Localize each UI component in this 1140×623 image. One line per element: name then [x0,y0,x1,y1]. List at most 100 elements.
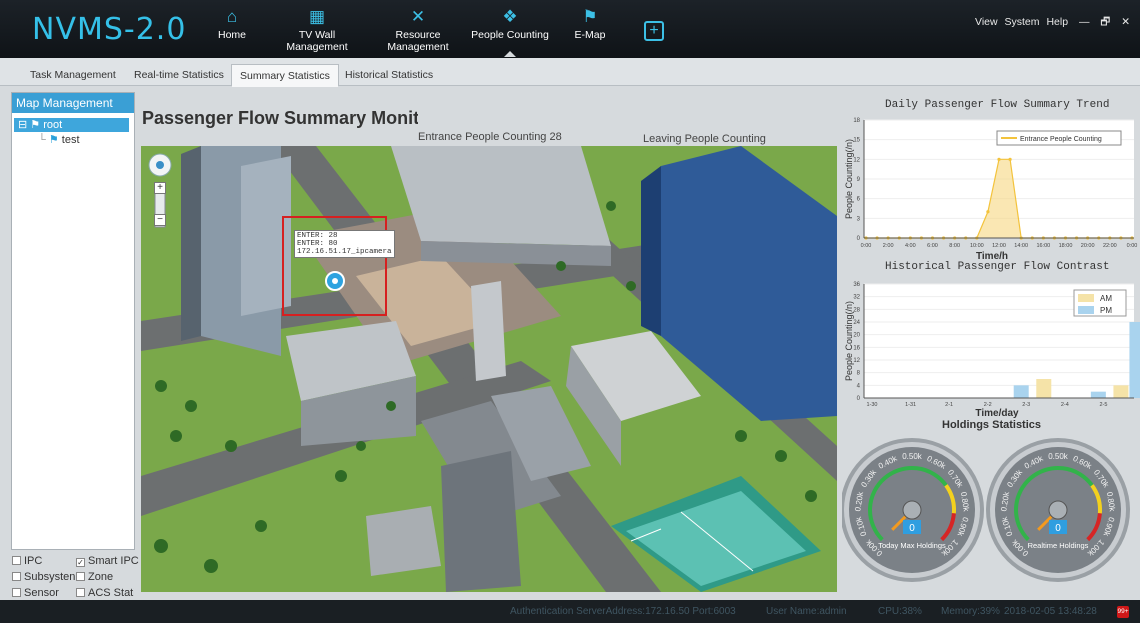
nav-tv-wall[interactable]: ▦ TV Wall Management [268,6,366,56]
y-tick-label: 12 [853,358,860,364]
zoom-in-button[interactable]: + [154,182,166,194]
filter-label: Smart IPC [88,555,139,567]
nav-tv-wall-label: TV Wall Management [286,29,348,53]
city-map[interactable]: + − ENTER: 28 ENTER: 80 172.16.51.17_ipc… [141,146,837,592]
y-tick-label: 8 [857,371,861,377]
tree-root-label: root [43,119,63,131]
tree-test-label: test [61,134,80,146]
add-module-icon[interactable]: + [644,21,664,41]
bar [1090,391,1106,398]
filter-label: IPC [24,555,43,567]
gauge-hub [902,500,922,520]
filter-subsystem[interactable]: Subsysten [12,571,75,583]
x-tick-label: 4:00 [905,243,916,249]
legend-swatch [1078,294,1094,302]
cpu-usage: CPU:38% [878,606,922,617]
gauge-scale-label: 0.50k [902,452,923,461]
leaving-count-label: Leaving People Counting [643,133,766,145]
tab-bar: Task Management Real-time Statistics Sum… [0,58,1140,87]
chart-title-historical: Historical Passenger Flow Contrast [885,261,1110,273]
close-icon[interactable]: ✕ [1121,16,1130,28]
tab-summary-statistics[interactable]: Summary Statistics [231,64,339,87]
tooltip-line: 172.16.51.17_ipcamera [297,248,392,256]
menu-view[interactable]: View [975,16,998,28]
entrance-count-label: Entrance People Counting 28 [418,131,562,143]
home-icon: ⌂ [226,7,238,26]
filter-acs[interactable]: ACS Static [76,587,134,599]
tooltip-line: ENTER: 28 [297,232,338,240]
y-tick-label: 36 [853,282,860,288]
filter-ipc[interactable]: IPC [12,555,42,567]
y-tick-label: 18 [853,118,860,124]
x-tick-label: 2:00 [883,243,894,249]
gauge-label: Realtime Holdings [1028,541,1089,550]
minimize-icon[interactable]: — [1079,16,1090,28]
x-tick-label: 10:00 [970,243,984,249]
checkbox-checked[interactable]: ✓ [76,558,85,567]
checkbox[interactable] [76,572,85,581]
nav-resource-label: Resource Management [387,29,449,53]
filter-zone[interactable]: Zone [76,571,113,583]
gauge-label: Today Max Holdings [878,541,946,550]
tab-realtime-statistics[interactable]: Real-time Statistics [126,66,232,86]
notification-badge[interactable]: 99+ [1117,606,1129,618]
checkbox[interactable] [12,556,21,565]
tree-node-root[interactable]: ⊟ ⚑ root [14,118,129,132]
holdings-title: Holdings Statistics [942,419,1042,431]
x-tick-label: 2-1 [945,402,953,408]
x-tick-label: 2-4 [1061,402,1069,408]
map-illustration [141,146,837,592]
x-tick-label: 2-3 [1022,402,1030,408]
x-tick-label: 0:00 [1127,243,1138,249]
flag-icon: ⚑ [30,119,41,131]
legend-label: PM [1100,306,1112,315]
data-point [1008,157,1012,161]
x-tick-label: 14:00 [1014,243,1028,249]
data-point [997,157,1001,161]
checkbox[interactable] [12,572,21,581]
nav-emap[interactable]: ⚑ E-Map [572,6,608,56]
nav-resource-management[interactable]: ✕ Resource Management [367,6,469,56]
filter-sensor[interactable]: Sensor [12,587,59,599]
filter-label: Subsysten [24,571,76,583]
y-tick-label: 4 [857,383,861,389]
x-tick-label: 0:00 [861,243,872,249]
flag-icon: ⚑ [48,134,59,146]
tab-task-management[interactable]: Task Management [22,66,124,86]
x-tick-label: 18:00 [1059,243,1073,249]
statistics-panel: Daily Passenger Flow Summary Trend 03691… [842,92,1140,600]
nav-home-label: Home [217,29,246,41]
bar [1129,322,1140,398]
restore-icon[interactable]: 🗗 [1100,16,1110,28]
bar [1013,385,1029,398]
nav-people-counting-label: People Counting [471,29,549,41]
menu-system[interactable]: System [1005,16,1040,28]
tooltip-line: ENTER: 80 [297,240,338,248]
status-bar: Authentication ServerAddress:172.16.50 P… [0,600,1140,623]
nav-home[interactable]: ⌂ Home [214,6,250,56]
y-tick-label: 28 [853,307,860,313]
checkbox[interactable] [76,588,85,597]
x-tick-label: 1-30 [866,402,877,408]
tree-node-test[interactable]: └ ⚑ test [38,133,80,146]
menu-help[interactable]: Help [1046,16,1068,28]
y-tick-label: 24 [853,320,860,326]
checkbox[interactable] [12,588,21,597]
y-tick-label: 20 [853,333,860,339]
zoom-out-button[interactable]: − [154,214,166,226]
user-name: User Name:admin [766,606,847,617]
gauge-value: 0 [1055,523,1061,534]
y-axis-label: People Counting(/n) [844,301,854,381]
filter-label: Sensor [24,587,59,599]
y-axis-label: People Counting(/n) [844,139,854,219]
x-tick-label: 6:00 [927,243,938,249]
filter-smart-ipc[interactable]: ✓ Smart IPC [76,555,139,567]
data-point [986,210,990,214]
filter-label: Zone [88,571,114,583]
gauge-hub [1048,500,1068,520]
y-tick-label: 16 [853,345,860,351]
nav-people-counting[interactable]: ❖ People Counting [470,6,550,57]
camera-tooltip: ENTER: 28 ENTER: 80 172.16.51.17_ipcamer… [294,230,395,258]
resource-tools-icon: ✕ [410,7,426,26]
tab-historical-statistics[interactable]: Historical Statistics [337,66,441,86]
